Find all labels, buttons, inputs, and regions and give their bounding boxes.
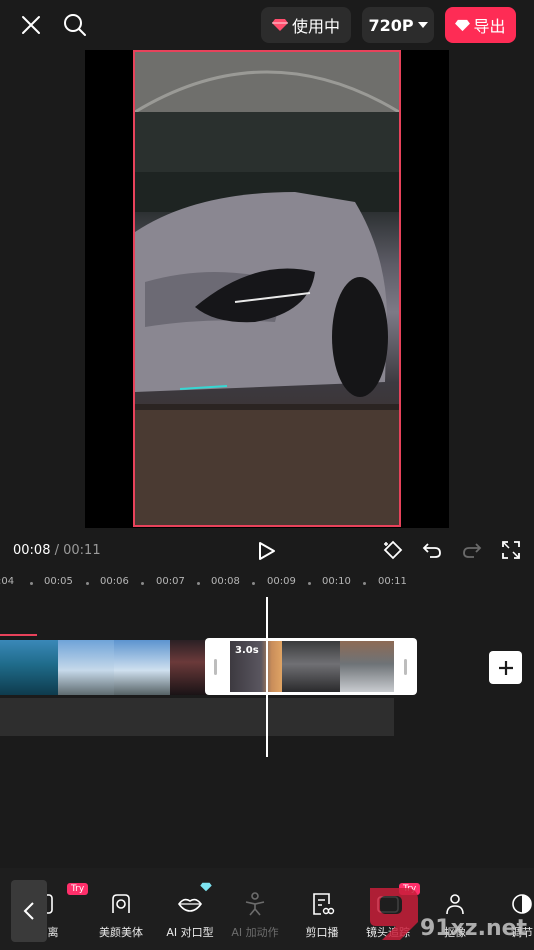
watermark-emblem-icon [370,888,418,940]
diamond-icon [271,19,288,31]
tool-ai-motion[interactable]: AI 加动作 [220,868,290,950]
caret-down-icon [417,22,428,28]
current-time: 00:08 [13,543,51,558]
clip-thumbnail-sky[interactable] [58,640,114,695]
ruler-dot [363,582,366,585]
resolution-label: 720P [368,15,414,35]
timeline-ruler[interactable]: :04 00:05 00:06 00:07 00:08 00:09 00:10 … [0,576,534,592]
play-icon [259,542,275,560]
redo-button[interactable] [460,538,484,562]
video-frame[interactable] [133,50,401,527]
clip-trim-handle-right[interactable] [404,659,407,675]
ruler-tick: 00:08 [211,576,240,587]
toolbar-back-button[interactable] [11,880,47,942]
clip-thumbnail-sky[interactable] [114,640,170,695]
watermark-text: 91xz.net [420,916,528,941]
diamond-icon [455,19,471,31]
ruler-dot [308,582,311,585]
export-button[interactable]: 导出 [445,7,516,43]
ruler-dot [30,582,33,585]
ruler-tick: 00:06 [100,576,129,587]
play-button[interactable] [254,538,280,564]
clip-trim-handle-left[interactable] [214,659,217,675]
ruler-tick: 00:05 [44,576,73,587]
time-separator: / [50,543,64,558]
clip-duration-label: 3.0s [235,645,259,656]
total-time: 00:11 [63,543,101,558]
keyframe-icon [383,540,403,560]
tool-label: AI 加动作 [231,926,279,939]
motion-icon [241,890,269,918]
time-display: 00:08 / 00:11 [13,543,101,558]
car-image [135,52,399,525]
tool-label: 美颜美体 [99,926,143,939]
resolution-dropdown[interactable]: 720P [362,7,434,43]
watermark-logo: 91xz.net [362,882,534,950]
ruler-tick: 00:11 [378,576,407,587]
close-icon [22,16,40,34]
premium-diamond-icon [200,882,212,892]
ruler-tick: 00:07 [156,576,185,587]
beauty-icon [107,890,135,918]
search-button[interactable] [58,8,92,42]
lips-icon [176,890,204,918]
clip-thumbnail-ocean[interactable] [0,640,58,695]
redo-icon [463,543,482,558]
fullscreen-button[interactable] [499,538,523,562]
clip-thumbnail-car-light [340,641,394,692]
tool-cut-speech[interactable]: 剪口播 [287,868,357,950]
playhead[interactable] [266,597,268,757]
clip-thumbnail-night[interactable] [170,640,206,695]
clip-thumbnail-car [282,641,340,692]
undo-button[interactable] [420,538,444,562]
undo-icon [422,543,441,558]
chevron-left-icon [23,902,34,920]
ruler-dot [252,582,255,585]
search-icon [64,14,86,36]
plus-icon [498,660,513,675]
keyframe-button[interactable] [381,538,405,562]
clip-red-marker [0,634,37,636]
cut-speech-icon [308,890,336,918]
tool-label: AI 对口型 [166,926,214,939]
ruler-dot [86,582,89,585]
tool-ai-lipsync[interactable]: AI 对口型 [155,868,225,950]
vip-status-button[interactable]: 使用中 [261,7,351,43]
add-clip-button[interactable] [489,651,522,684]
export-label: 导出 [473,17,506,36]
ruler-tick: 00:09 [267,576,296,587]
vip-status-label: 使用中 [291,17,340,36]
fullscreen-icon [502,541,520,559]
audio-track-bar[interactable] [0,698,394,736]
tool-label: 剪口播 [305,926,339,939]
ruler-dot [141,582,144,585]
ruler-tick: :04 [0,576,15,587]
tool-beauty[interactable]: 美颜美体 [86,868,156,950]
close-button[interactable] [14,8,48,42]
ruler-tick: 00:10 [322,576,351,587]
ruler-dot [197,582,200,585]
